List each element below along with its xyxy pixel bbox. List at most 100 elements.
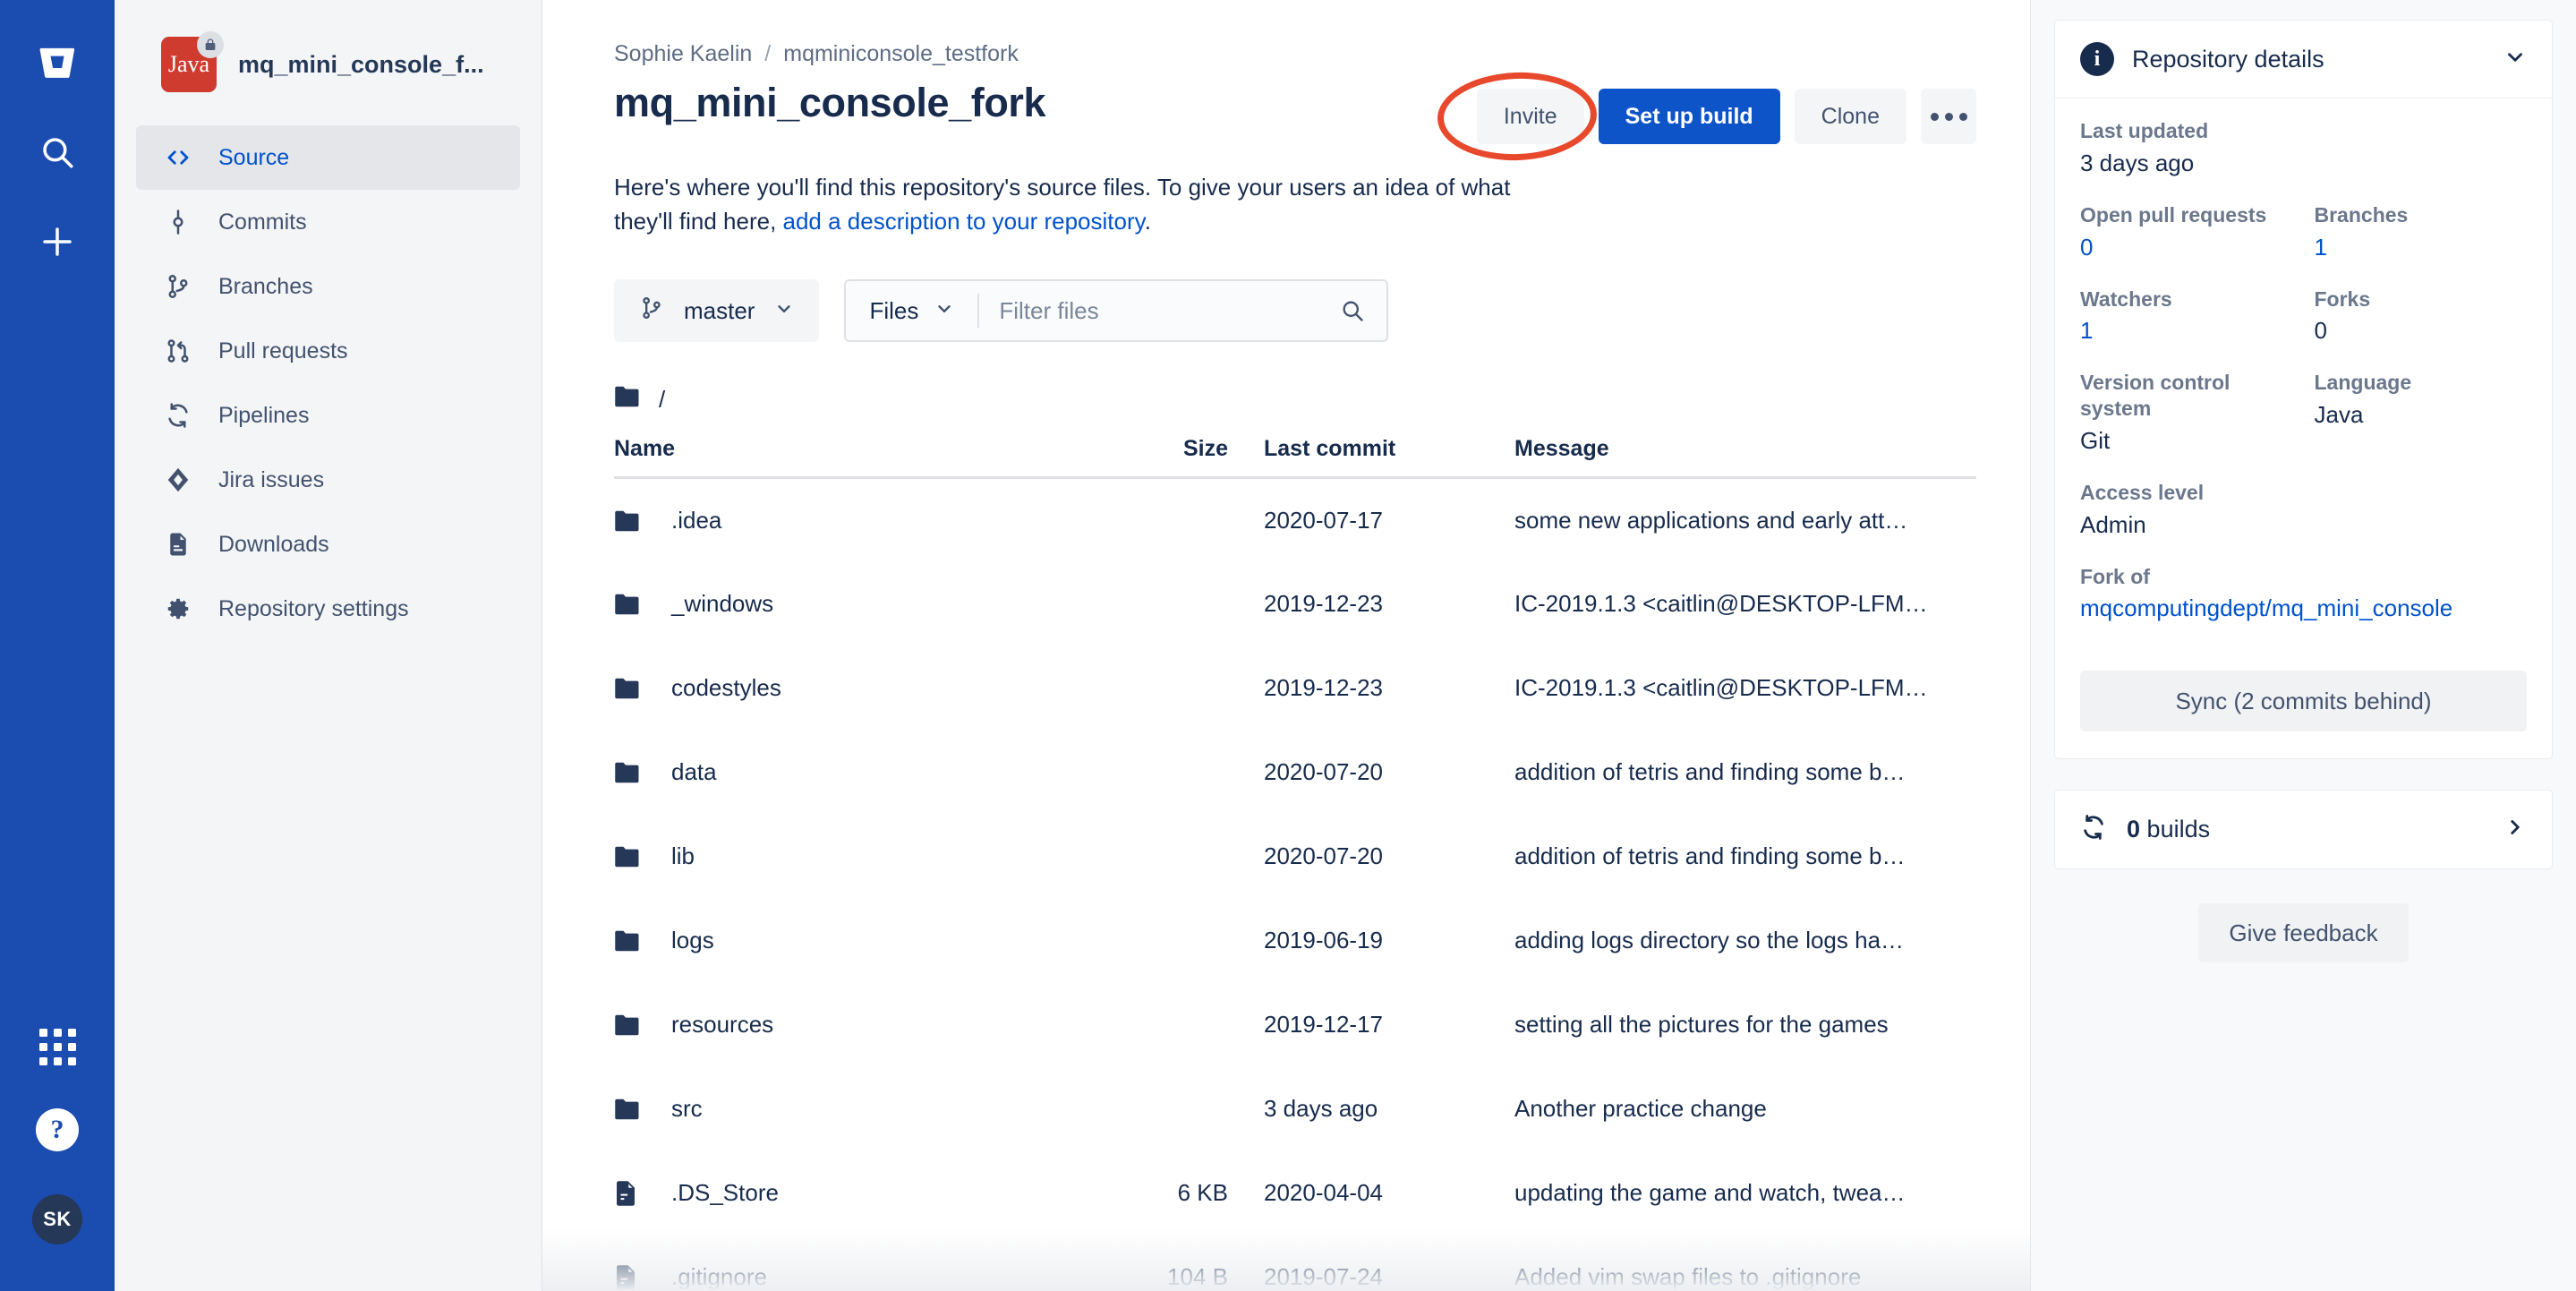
- cell-last-commit: 2019-12-17: [1264, 1011, 1383, 1039]
- table-row[interactable]: resources 2019-12-17 setting all the pictu…: [614, 983, 1976, 1067]
- sidebar-item-label: Pull requests: [218, 338, 348, 363]
- chevron-right-icon[interactable]: [2503, 816, 2527, 843]
- more-options-icon: [1930, 112, 1967, 121]
- table-row[interactable]: _windows 2019-12-23 IC-2019.1.3 <caitlin@D…: [614, 562, 1976, 646]
- detail-value[interactable]: 1: [2315, 234, 2528, 261]
- search-icon[interactable]: [1340, 298, 1386, 323]
- breadcrumb-workspace[interactable]: Sophie Kaelin: [614, 41, 752, 67]
- apps-grid-icon[interactable]: [38, 1029, 76, 1065]
- avatar[interactable]: SK: [32, 1194, 82, 1244]
- sidebar-item-pipelines[interactable]: Pipelines: [136, 383, 520, 448]
- column-header-size: Size: [1076, 436, 1264, 480]
- bitbucket-logo-icon[interactable]: [32, 38, 82, 88]
- table-row[interactable]: lib 2020-07-20 addition of tetris and find…: [614, 815, 1976, 899]
- filter-files-input[interactable]: [979, 296, 1341, 325]
- detail-value[interactable]: 0: [2080, 234, 2293, 261]
- detail-label: Forks: [2314, 286, 2371, 311]
- rail-bottom-group: ? SK: [0, 1029, 115, 1244]
- chevron-down-icon: [934, 297, 954, 325]
- cell-size: [1076, 731, 1264, 815]
- breadcrumb: Sophie Kaelin / mqminiconsole_testfork: [614, 41, 1976, 67]
- folder-icon: [614, 509, 644, 533]
- breadcrumb-separator: /: [764, 41, 772, 66]
- table-row[interactable]: .idea 2020-07-17 some new applications and…: [614, 478, 1976, 562]
- file-name-link[interactable]: codestyles: [671, 674, 781, 702]
- more-options-button[interactable]: [1921, 89, 1976, 144]
- file-name-link[interactable]: resources: [671, 1011, 773, 1039]
- detail-forks: Forks 0: [2315, 286, 2528, 346]
- builds-count: 0: [2127, 816, 2141, 843]
- detail-label: Watchers: [2080, 286, 2172, 311]
- set-up-build-button[interactable]: Set up build: [1598, 89, 1780, 144]
- branch-selector[interactable]: master: [614, 279, 820, 343]
- cell-size: 104 B: [1167, 1263, 1228, 1291]
- repository-avatar: Java: [161, 31, 224, 92]
- cell-message: updating the game and watch, twea…: [1514, 1179, 1906, 1207]
- gear-icon: [163, 595, 193, 622]
- file-name-link[interactable]: src: [671, 1095, 703, 1123]
- sidebar-item-source[interactable]: Source: [136, 125, 520, 190]
- repository-details-card: i Repository details Last updated 3 days…: [2054, 20, 2553, 760]
- table-row[interactable]: codestyles 2019-12-23 IC-2019.1.3 <caitlin…: [614, 646, 1976, 731]
- files-type-select[interactable]: Files: [846, 297, 977, 325]
- folder-icon: [614, 677, 644, 700]
- cell-last-commit: 2019-12-23: [1264, 674, 1383, 702]
- file-name-link[interactable]: .gitignore: [671, 1263, 767, 1291]
- cell-message: IC-2019.1.3 <caitlin@DESKTOP-LFM…: [1514, 590, 1928, 618]
- cell-last-commit: 3 days ago: [1264, 1095, 1378, 1123]
- search-icon[interactable]: [32, 127, 82, 177]
- file-name-link[interactable]: data: [671, 758, 717, 786]
- detail-value: Java: [2314, 401, 2364, 428]
- sidebar-item-repository-settings[interactable]: Repository settings: [136, 577, 520, 641]
- detail-access-level: Access level Admin: [2080, 480, 2527, 539]
- table-row[interactable]: .gitignore 104 B 2019-07-24 Added vim swap …: [614, 1235, 1976, 1291]
- file-name-link[interactable]: logs: [671, 927, 714, 954]
- column-header-last-commit: Last commit: [1264, 436, 1514, 480]
- repository-header[interactable]: Java mq_mini_console_f...: [115, 30, 542, 98]
- file-icon: [614, 1264, 644, 1291]
- cell-name: data: [614, 731, 1076, 815]
- current-path: /: [614, 385, 1976, 415]
- file-name-link[interactable]: .DS_Store: [671, 1179, 779, 1207]
- invite-button[interactable]: Invite: [1476, 89, 1584, 144]
- fork-parent-link[interactable]: mqcomputingdept/mq_mini_console: [2080, 594, 2527, 622]
- builds-card[interactable]: 0 builds: [2054, 790, 2553, 870]
- repository-name: mq_mini_console_f...: [238, 50, 484, 78]
- cell-message: addition of tetris and finding some b…: [1514, 842, 1906, 870]
- path-root-label[interactable]: /: [659, 386, 665, 414]
- folder-icon: [614, 1013, 644, 1037]
- detail-value[interactable]: 1: [2080, 317, 2293, 345]
- chevron-down-icon[interactable]: [2503, 46, 2527, 73]
- create-plus-icon[interactable]: [32, 217, 82, 267]
- detail-watchers: Watchers 1: [2080, 286, 2293, 346]
- table-row[interactable]: logs 2019-06-19 adding logs directory so t…: [614, 899, 1976, 983]
- intro-text-after: .: [1144, 207, 1151, 235]
- file-name-link[interactable]: .idea: [671, 507, 721, 534]
- detail-value: 3 days ago: [2080, 149, 2195, 176]
- file-name-link[interactable]: _windows: [671, 590, 773, 618]
- help-icon[interactable]: ?: [36, 1108, 79, 1151]
- table-row[interactable]: src 3 days ago Another practice change: [614, 1067, 1976, 1151]
- add-description-link[interactable]: add a description to your repository: [783, 208, 1145, 235]
- repository-details-header[interactable]: i Repository details: [2055, 21, 2552, 98]
- table-row[interactable]: data 2020-07-20 addition of tetris and fin…: [614, 731, 1976, 815]
- column-header-message: Message: [1514, 436, 1976, 480]
- sidebar-item-branches[interactable]: Branches: [136, 254, 520, 319]
- cell-size: [1076, 1067, 1264, 1151]
- cell-message: Added vim swap files to .gitignore: [1514, 1263, 1862, 1291]
- sidebar-item-downloads[interactable]: Downloads: [136, 512, 520, 577]
- file-name-link[interactable]: lib: [671, 842, 695, 870]
- breadcrumb-repo[interactable]: mqminiconsole_testfork: [783, 41, 1019, 67]
- cell-name: .DS_Store: [614, 1151, 1076, 1235]
- header-actions: Invite Set up build Clone: [1436, 69, 1976, 164]
- clone-button[interactable]: Clone: [1794, 89, 1906, 144]
- cell-size: [1076, 899, 1264, 983]
- table-row[interactable]: .DS_Store 6 KB 2020-04-04 updating the game…: [614, 1151, 1976, 1235]
- sync-button[interactable]: Sync (2 commits behind): [2080, 671, 2527, 732]
- sidebar-item-commits[interactable]: Commits: [136, 190, 520, 254]
- give-feedback-button[interactable]: Give feedback: [2198, 903, 2409, 963]
- sidebar-item-jira-issues[interactable]: Jira issues: [136, 448, 520, 512]
- pipelines-icon: [163, 402, 193, 429]
- sidebar-item-pull-requests[interactable]: Pull requests: [136, 319, 520, 383]
- cell-name: codestyles: [614, 646, 1076, 731]
